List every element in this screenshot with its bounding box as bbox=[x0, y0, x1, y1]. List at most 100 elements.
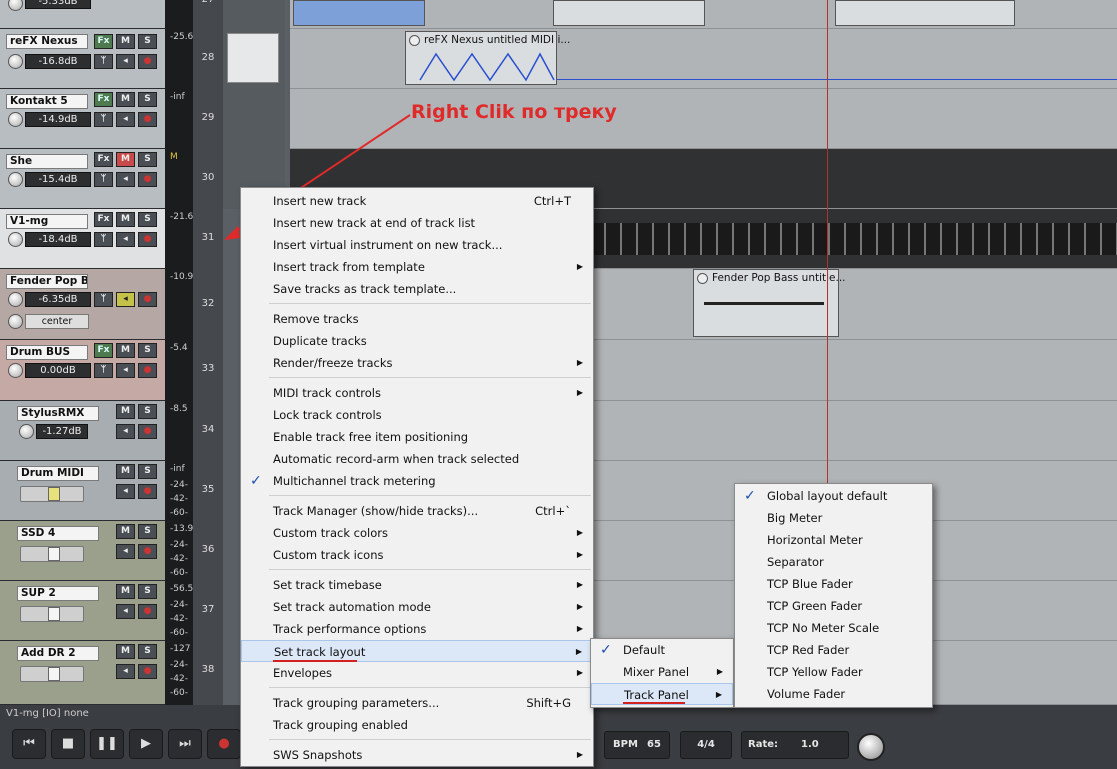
track-32[interactable]: Fender Pop Bass -6.35dB ᛘ ◂ ● center bbox=[0, 269, 165, 340]
track-name[interactable]: Drum BUS bbox=[6, 345, 88, 360]
track-name[interactable]: reFX Nexus bbox=[6, 34, 88, 49]
phase-button[interactable]: ᛘ bbox=[94, 54, 113, 69]
phase-button[interactable]: ᛘ bbox=[94, 363, 113, 378]
rate-field[interactable]: Rate: 1.0 bbox=[741, 731, 849, 759]
monitor-button[interactable]: ◂ bbox=[116, 54, 135, 69]
track-31[interactable]: V1-mg Fx M S -18.4dB ᛘ ◂ ● bbox=[0, 209, 165, 269]
solo-button[interactable]: S bbox=[138, 644, 157, 659]
mute-button[interactable]: M bbox=[116, 644, 135, 659]
fx-button[interactable]: Fx bbox=[94, 92, 113, 107]
track-name[interactable]: She bbox=[6, 154, 88, 169]
menu-item-track-performance-options[interactable]: Track performance options ▶ bbox=[241, 618, 593, 640]
mute-button[interactable]: M bbox=[116, 34, 135, 49]
menu-item-mixer-panel[interactable]: Mixer Panel ▶ bbox=[591, 661, 733, 683]
track-name[interactable]: Add DR 2 bbox=[17, 646, 99, 661]
phase-button[interactable]: ᛘ bbox=[94, 232, 113, 247]
track-33[interactable]: Drum BUS Fx M S 0.00dB ᛘ ◂ ● bbox=[0, 340, 165, 401]
automation-envelope[interactable] bbox=[406, 48, 556, 84]
track-38[interactable]: Add DR 2 M S ◂ ● bbox=[0, 641, 165, 705]
volume-knob[interactable] bbox=[8, 232, 23, 247]
volume-knob[interactable] bbox=[8, 172, 23, 187]
record-arm-button[interactable]: ● bbox=[138, 363, 157, 378]
phase-button[interactable]: ᛘ bbox=[94, 112, 113, 127]
fx-button[interactable]: Fx bbox=[94, 212, 113, 227]
record-arm-button[interactable]: ● bbox=[138, 664, 157, 679]
menu-item-save-tracks-as-track-template[interactable]: Save tracks as track template... bbox=[241, 278, 593, 300]
menu-item-tcp-blue-fader[interactable]: TCP Blue Fader bbox=[735, 573, 932, 595]
solo-button[interactable]: S bbox=[138, 212, 157, 227]
solo-button[interactable]: S bbox=[138, 524, 157, 539]
midi-item-nexus[interactable]: reFX Nexus untitled MIDI i... bbox=[405, 31, 570, 85]
mute-button[interactable]: M bbox=[116, 212, 135, 227]
record-arm-button[interactable]: ● bbox=[138, 232, 157, 247]
bpm-field[interactable]: BPM 65 bbox=[604, 731, 670, 759]
stop-button[interactable]: ■ bbox=[51, 729, 85, 759]
volume-fader[interactable] bbox=[20, 546, 84, 562]
volume-knob[interactable] bbox=[19, 424, 34, 439]
phase-button[interactable]: ᛘ bbox=[94, 172, 113, 187]
pan-knob[interactable] bbox=[8, 314, 23, 329]
media-item[interactable] bbox=[835, 0, 1015, 26]
track-28[interactable]: reFX Nexus Fx M S -16.8dB ᛘ ◂ ● bbox=[0, 29, 165, 89]
menu-item-render-freeze-tracks[interactable]: Render/freeze tracks ▶ bbox=[241, 352, 593, 374]
track-name[interactable]: SUP 2 bbox=[17, 586, 99, 601]
menu-item-track-manager-show-hide-tracks[interactable]: Track Manager (show/hide tracks)... Ctrl+… bbox=[241, 500, 593, 522]
menu-item-enable-track-free-item-positioning[interactable]: Enable track free item positioning bbox=[241, 426, 593, 448]
menu-item-global-layout-default[interactable]: ✓ Global layout default bbox=[735, 485, 932, 507]
track-icon-slot[interactable] bbox=[223, 89, 285, 149]
menu-item-duplicate-tracks[interactable]: Duplicate tracks bbox=[241, 330, 593, 352]
solo-button[interactable]: S bbox=[138, 404, 157, 419]
menu-item-sws-snapshots[interactable]: SWS Snapshots ▶ bbox=[241, 744, 593, 766]
mute-button[interactable]: M bbox=[116, 524, 135, 539]
monitor-button[interactable]: ◂ bbox=[116, 363, 135, 378]
volume-knob[interactable] bbox=[8, 363, 23, 378]
menu-item-midi-track-controls[interactable]: MIDI track controls ▶ bbox=[241, 382, 593, 404]
track-name[interactable]: V1-mg bbox=[6, 214, 88, 229]
track-name[interactable]: Fender Pop Bass bbox=[6, 274, 88, 289]
fader-cap[interactable] bbox=[48, 487, 60, 501]
mute-button[interactable]: M bbox=[116, 343, 135, 358]
monitor-button[interactable]: ◂ bbox=[116, 544, 135, 559]
mute-button[interactable]: M bbox=[116, 584, 135, 599]
monitor-button[interactable]: ◂ bbox=[116, 232, 135, 247]
track-36[interactable]: SSD 4 M S ◂ ● bbox=[0, 521, 165, 581]
monitor-button[interactable]: ◂ bbox=[116, 604, 135, 619]
menu-item-custom-track-icons[interactable]: Custom track icons ▶ bbox=[241, 544, 593, 566]
record-arm-button[interactable]: ● bbox=[138, 292, 157, 307]
track-icon-slot[interactable] bbox=[223, 0, 285, 29]
solo-button[interactable]: S bbox=[138, 152, 157, 167]
volume-knob[interactable] bbox=[8, 112, 23, 127]
track-name[interactable]: StylusRMX bbox=[17, 406, 99, 421]
menu-item-big-meter[interactable]: Big Meter bbox=[735, 507, 932, 529]
menu-item-volume-fader[interactable]: Volume Fader bbox=[735, 683, 932, 705]
menu-item-separator[interactable]: Separator bbox=[735, 551, 932, 573]
volume-fader[interactable] bbox=[20, 666, 84, 682]
solo-button[interactable]: S bbox=[138, 464, 157, 479]
record-arm-button[interactable]: ● bbox=[138, 604, 157, 619]
midi-item-fender[interactable]: Fender Pop Bass untitle... bbox=[693, 269, 846, 337]
record-arm-button[interactable]: ● bbox=[138, 54, 157, 69]
track-name[interactable]: Drum MIDI bbox=[17, 466, 99, 481]
menu-item-default[interactable]: ✓ Default bbox=[591, 639, 733, 661]
menu-item-automatic-record-arm-when-track-selected[interactable]: Automatic record-arm when track selected bbox=[241, 448, 593, 470]
track-icon-slot[interactable] bbox=[223, 29, 285, 89]
media-item[interactable] bbox=[293, 0, 425, 26]
menu-item-remove-tracks[interactable]: Remove tracks bbox=[241, 308, 593, 330]
mute-button[interactable]: M bbox=[116, 404, 135, 419]
volume-knob[interactable] bbox=[8, 292, 23, 307]
menu-item-set-track-timebase[interactable]: Set track timebase ▶ bbox=[241, 574, 593, 596]
track-29[interactable]: Kontakt 5 Fx M S -14.9dB ᛘ ◂ ● bbox=[0, 89, 165, 149]
menu-item-set-track-automation-mode[interactable]: Set track automation mode ▶ bbox=[241, 596, 593, 618]
item-volume-knob[interactable] bbox=[697, 273, 708, 284]
record-button[interactable]: ● bbox=[207, 729, 241, 759]
track-34[interactable]: StylusRMX M S -1.27dB ◂ ● bbox=[0, 401, 165, 461]
track-name[interactable]: Kontakt 5 bbox=[6, 94, 88, 109]
menu-item-track-grouping-parameters[interactable]: Track grouping parameters... Shift+G bbox=[241, 692, 593, 714]
phase-button[interactable]: ᛘ bbox=[94, 292, 113, 307]
menu-item-envelopes[interactable]: Envelopes ▶ bbox=[241, 662, 593, 684]
menu-item-lock-track-controls[interactable]: Lock track controls bbox=[241, 404, 593, 426]
monitor-button[interactable]: ◂ bbox=[116, 292, 135, 307]
track-lane[interactable]: reFX Nexus untitled MIDI i... bbox=[290, 29, 1117, 89]
rate-knob[interactable] bbox=[857, 733, 885, 761]
track-name[interactable]: SSD 4 bbox=[17, 526, 99, 541]
